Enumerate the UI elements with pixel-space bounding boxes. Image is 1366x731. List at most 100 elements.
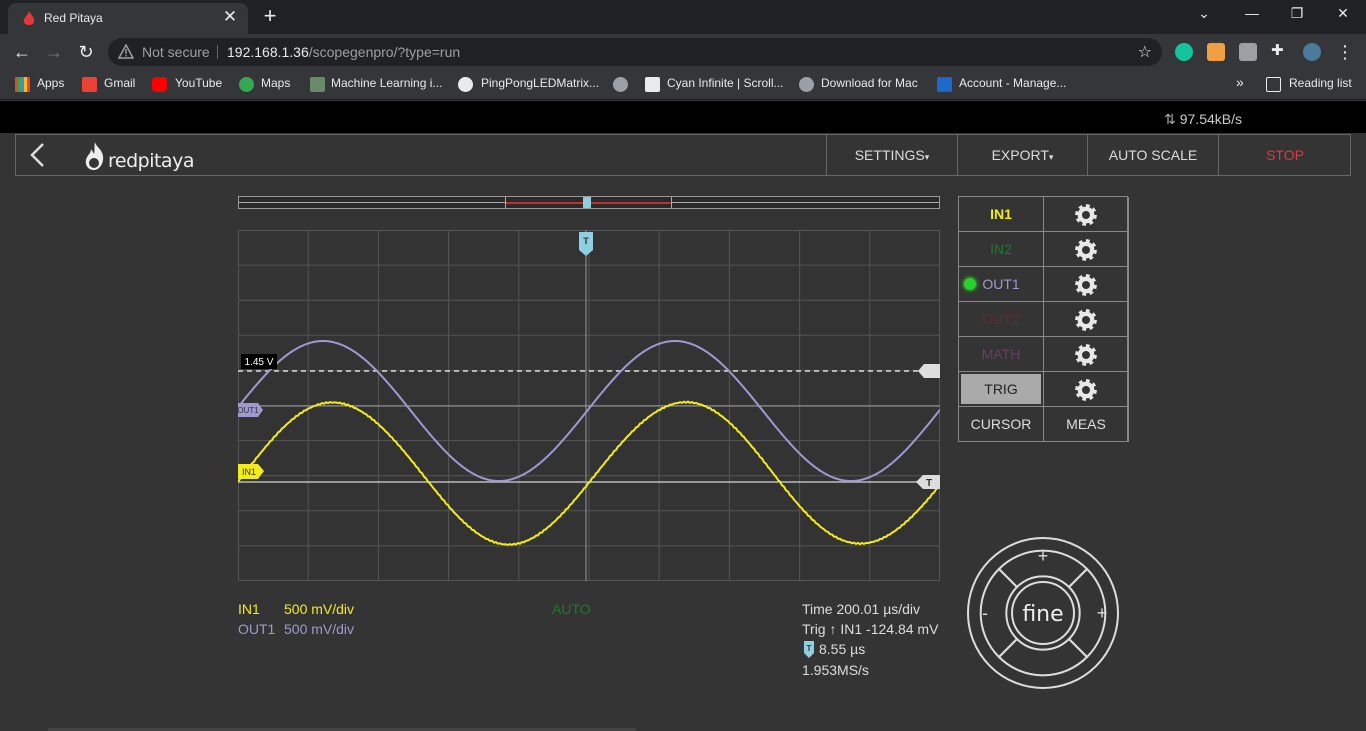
bookmark-gmail[interactable]: Gmail: [104, 76, 135, 90]
trig-settings-cell[interactable]: [1044, 372, 1129, 407]
trigger-level-badge[interactable]: 1.45 V: [241, 354, 277, 369]
youtube-icon: [152, 77, 167, 92]
maps-pin-icon: [239, 77, 254, 92]
reading-list[interactable]: Reading list: [1289, 76, 1352, 90]
bookmark-star-icon[interactable]: ☆: [1138, 42, 1152, 62]
in2-settings-cell[interactable]: [1044, 232, 1129, 267]
export-label: EXPORT: [991, 147, 1049, 163]
out1-scale: 500 mV/div: [284, 621, 355, 637]
app-header: redpitaya SETTINGS▾ EXPORT▾ AUTO SCALE S…: [15, 134, 1351, 176]
ml-icon: [310, 77, 325, 92]
joystick-down-label: −: [1038, 665, 1049, 685]
restore-icon[interactable]: ❐: [1287, 5, 1307, 22]
data-rate-value: 97.54kB/s: [1179, 111, 1242, 127]
bookmark-apps[interactable]: Apps: [37, 76, 64, 90]
tab-close-icon[interactable]: ✕: [220, 7, 240, 27]
bookmark-machine-learning[interactable]: Machine Learning i...: [331, 76, 442, 90]
bookmark-pingpong[interactable]: PingPongLEDMatrix...: [481, 76, 599, 90]
channel-math-button[interactable]: MATH: [959, 337, 1044, 372]
back-chevron-icon[interactable]: [26, 141, 50, 169]
grammarly-extension-icon[interactable]: [1175, 43, 1193, 61]
caret-down-icon: ▾: [1048, 152, 1054, 162]
out2-settings-cell[interactable]: [1044, 302, 1129, 337]
gear-icon: [1075, 379, 1097, 401]
stop-button[interactable]: STOP: [1218, 135, 1351, 175]
data-rate-arrows-icon: ⇅: [1164, 111, 1176, 127]
extension-icon[interactable]: [1239, 43, 1257, 61]
minimize-icon[interactable]: —: [1242, 5, 1262, 21]
browser-tab-bar: Red Pitaya ✕ + ⌄ — ❐ ✕: [0, 0, 1366, 34]
more-menu-icon[interactable]: ⋮: [1333, 40, 1357, 64]
not-secure-label: Not secure: [142, 44, 210, 60]
arm-icon: [937, 77, 952, 92]
tab-title: Red Pitaya: [44, 11, 103, 25]
tab-search-chevron-icon[interactable]: ⌄: [1194, 5, 1214, 22]
url-separator: [217, 45, 218, 59]
github-icon: [458, 77, 473, 92]
export-button[interactable]: EXPORT▾: [957, 135, 1087, 175]
channel-out1-button[interactable]: OUT1: [959, 267, 1044, 302]
cursor-button[interactable]: CURSOR: [959, 407, 1044, 442]
sample-rate: 1.953MS/s: [802, 662, 869, 678]
app-status-strip: ⇅ 97.54kB/s: [0, 101, 1366, 133]
forward-arrow-icon[interactable]: →: [42, 40, 66, 64]
t-marker-label-right: T: [926, 478, 932, 489]
gear-icon: [1075, 309, 1097, 331]
globe-icon: [613, 77, 628, 92]
bookmark-download-mac[interactable]: Download for Mac: [821, 76, 918, 90]
bookmark-cyan-infinite[interactable]: Cyan Infinite | Scroll...: [667, 76, 784, 90]
in1-settings-cell[interactable]: [1044, 197, 1129, 232]
oscilloscope-plot[interactable]: 1.45 V OUT1 IN1 T T: [238, 230, 940, 581]
out1-settings-cell[interactable]: [1044, 267, 1129, 302]
auto-scale-button[interactable]: AUTO SCALE: [1087, 135, 1218, 175]
settings-button[interactable]: SETTINGS▾: [826, 135, 957, 175]
out1-info-label: OUT1: [238, 621, 276, 637]
meas-button[interactable]: MEAS: [1044, 407, 1129, 442]
channel-trig-button[interactable]: TRIG: [961, 374, 1041, 404]
trigger-delay: 8.55 µs: [819, 641, 866, 657]
in1-info-label: IN1: [238, 601, 260, 617]
extension-icon[interactable]: [1207, 43, 1225, 61]
channel-in1-button[interactable]: IN1: [959, 197, 1044, 232]
out1-marker-label: OUT1: [238, 406, 259, 415]
url-path: /scopegenpro/?type=run: [308, 44, 461, 60]
in1-offset-marker[interactable]: IN1: [238, 464, 264, 479]
address-bar[interactable]: Not secure 192.168.1.36/scopegenpro/?typ…: [108, 38, 1162, 66]
red-pitaya-favicon-icon: [23, 11, 35, 25]
back-arrow-icon[interactable]: ←: [10, 40, 34, 64]
gear-icon: [1075, 274, 1097, 296]
bookmark-youtube[interactable]: YouTube: [175, 76, 222, 90]
new-tab-button[interactable]: +: [258, 3, 282, 29]
browser-tab[interactable]: Red Pitaya ✕: [8, 3, 248, 34]
joystick-center-label: fine: [1022, 602, 1063, 627]
reload-icon[interactable]: ↻: [74, 40, 98, 64]
time-position-bar[interactable]: [238, 196, 940, 209]
bookmark-maps[interactable]: Maps: [261, 76, 290, 90]
profile-avatar[interactable]: [1303, 43, 1321, 61]
bookmark-account[interactable]: Account - Manage...: [959, 76, 1066, 90]
svg-text:T: T: [807, 644, 812, 653]
caret-down-icon: ▾: [924, 152, 930, 162]
out1-offset-marker[interactable]: OUT1: [238, 403, 263, 417]
math-settings-cell[interactable]: [1044, 337, 1129, 372]
settings-label: SETTINGS: [854, 147, 925, 163]
trigger-time-right-marker[interactable]: T: [916, 475, 940, 489]
time-bar-trigger-marker[interactable]: [583, 197, 591, 208]
trigger-mode: AUTO: [552, 601, 591, 617]
trigger-level-handle[interactable]: [918, 364, 940, 378]
channel-panel: IN1 IN2 OUT1 OUT2 MATH TRIG CURSOR MEAS: [958, 196, 1129, 442]
gear-icon: [1075, 239, 1097, 261]
gear-icon: [1075, 344, 1097, 366]
trig-cell: TRIG: [959, 372, 1044, 407]
bookmarks-overflow[interactable]: »: [1236, 74, 1244, 90]
logo-text: redpitaya: [108, 150, 194, 172]
trigger-level-value: 1.45 V: [245, 357, 274, 368]
trigger-time-marker[interactable]: T: [579, 232, 593, 256]
out1-active-led-icon: [964, 278, 976, 290]
window-close-icon[interactable]: ✕: [1333, 5, 1353, 22]
channel-out2-button[interactable]: OUT2: [959, 302, 1044, 337]
cyan-icon: [645, 77, 660, 92]
in1-marker-label: IN1: [242, 467, 256, 477]
puzzle-extensions-icon[interactable]: ✚: [1271, 41, 1289, 59]
channel-in2-button[interactable]: IN2: [959, 232, 1044, 267]
